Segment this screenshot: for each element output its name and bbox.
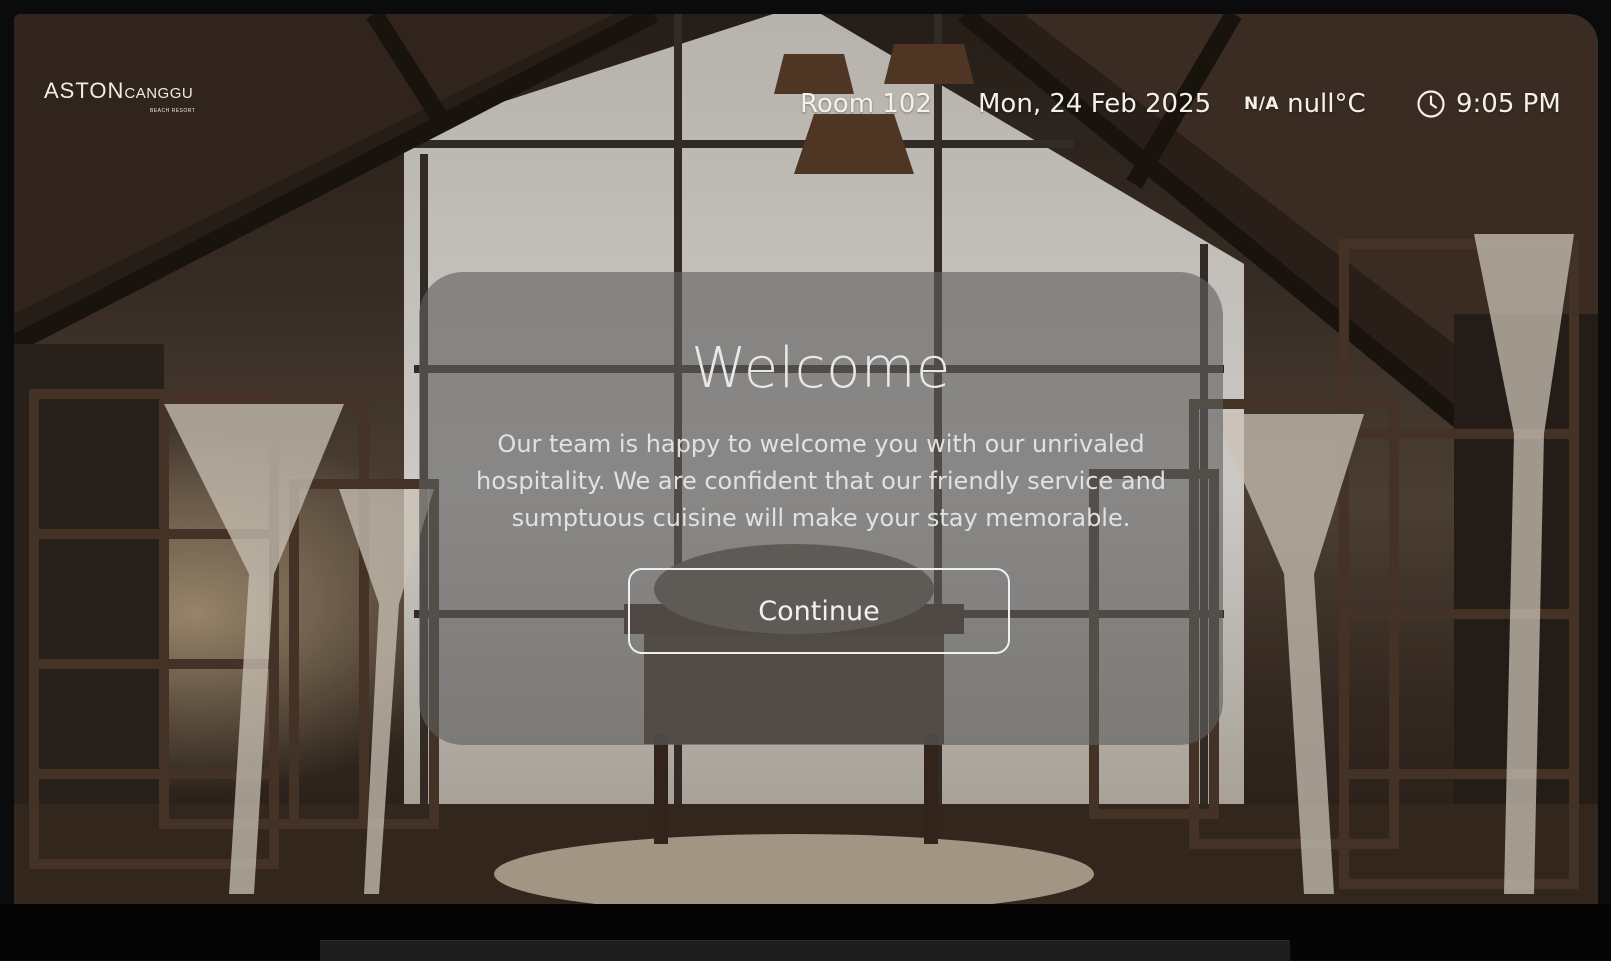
hotel-logo: ASTONCANGGU BEACH RESORT (44, 78, 195, 114)
temperature: null°C (1287, 89, 1366, 119)
continue-button[interactable]: Continue (628, 568, 1010, 654)
weather-info: N/A null°C (1244, 89, 1366, 119)
current-time-group: 9:05 PM (1416, 89, 1561, 119)
logo-sub-text: CANGGU (124, 85, 194, 102)
room-number: Room 102 (800, 89, 932, 119)
welcome-message: Our team is happy to welcome you with ou… (475, 430, 1167, 532)
background-video-frame: ASTONCANGGU BEACH RESORT Room 102 Mon, 2… (14, 14, 1598, 904)
current-time: 9:05 PM (1456, 89, 1561, 119)
welcome-title: Welcome (691, 336, 951, 401)
current-date: Mon, 24 Feb 2025 (978, 89, 1212, 119)
weather-code: N/A (1244, 94, 1280, 114)
logo-tagline: BEACH RESORT (150, 108, 196, 114)
logo-main-text: ASTON (44, 78, 125, 103)
bezel-strip (320, 940, 1290, 961)
welcome-panel: Welcome Our team is happy to welcome you… (419, 272, 1223, 745)
clock-icon (1417, 90, 1445, 118)
